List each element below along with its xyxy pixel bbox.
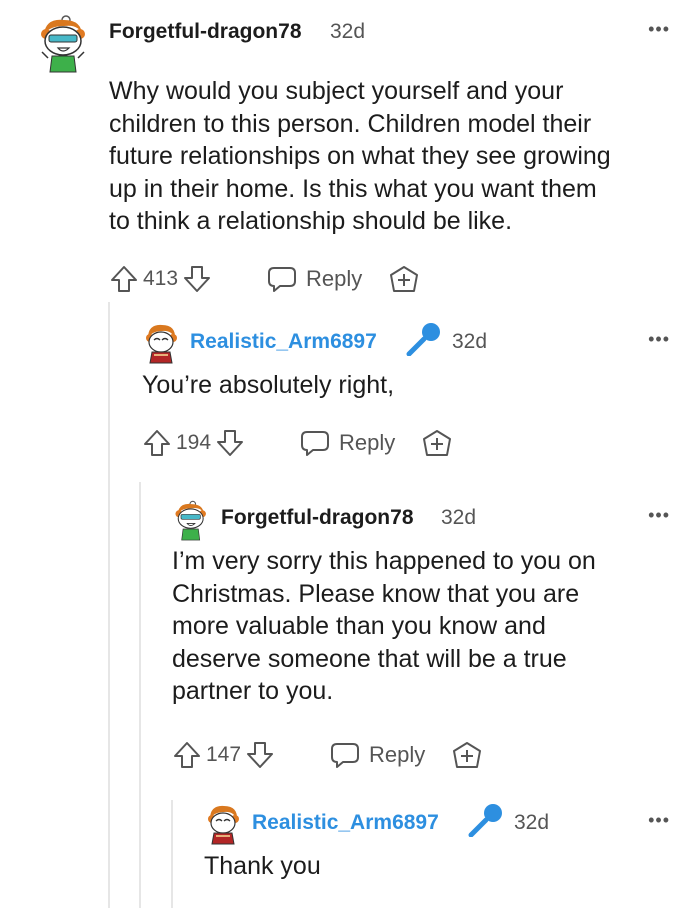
award-plus-icon <box>390 265 418 292</box>
more-dots-icon[interactable]: ••• <box>648 811 670 829</box>
more-dots-icon[interactable]: ••• <box>648 506 670 524</box>
timestamp: 32d <box>441 506 477 529</box>
avatar[interactable] <box>204 803 242 845</box>
realistic-avatar-icon <box>208 805 239 845</box>
comment-body: Why would you subject yourself and your … <box>109 75 700 238</box>
reply-button[interactable]: Reply <box>266 264 362 294</box>
reply-label: Reply <box>369 741 426 767</box>
reply-label: Reply <box>306 265 363 291</box>
comment-line: Christmas. Please know that you are <box>172 579 580 608</box>
upvote-icon[interactable] <box>109 264 139 294</box>
comment-line: Thank you <box>204 852 321 880</box>
comment-header: Realistic_Arm6897 32d ••• <box>142 322 700 364</box>
comment-line: partner to you. <box>172 677 334 705</box>
award-button[interactable] <box>387 264 421 296</box>
comment-line: up in their home. Is this what you want … <box>109 174 597 203</box>
more-dots-icon[interactable]: ••• <box>648 20 670 38</box>
comment-line: future relationships on what they see gr… <box>109 142 611 170</box>
comment-actions: 147 Reply <box>172 740 700 780</box>
comment-header: Forgetful-dragon78 32d ••• <box>172 498 700 541</box>
comment-line: I’m very sorry this happened to you on <box>172 547 596 575</box>
avatar[interactable] <box>142 322 180 364</box>
vote-group: 147 <box>172 740 275 770</box>
avatar[interactable] <box>172 498 208 542</box>
reply-label: Reply <box>339 429 396 455</box>
username[interactable]: Forgetful-dragon78 <box>221 506 414 530</box>
comment-body: I’m very sorry this happened to you on C… <box>172 545 700 708</box>
thread-line-1[interactable] <box>108 302 110 908</box>
vote-count: 413 <box>143 266 179 290</box>
realistic-avatar-icon <box>146 324 177 364</box>
downvote-icon[interactable] <box>215 428 245 458</box>
downvote-icon[interactable] <box>245 740 275 770</box>
microphone-icon <box>406 323 440 356</box>
comment-body: You’re absolutely right, <box>142 369 700 402</box>
thread-line-3[interactable] <box>171 800 173 908</box>
dragon-avatar-icon <box>175 500 206 541</box>
chat-bubble-icon <box>331 742 359 768</box>
upvote-icon[interactable] <box>142 428 172 458</box>
award-plus-icon <box>453 741 481 768</box>
vote-group: 413 <box>109 264 212 294</box>
comment-1: Forgetful-dragon78 32d ••• Why would you… <box>36 12 700 304</box>
timestamp: 32d <box>330 20 366 43</box>
username[interactable]: Realistic_Arm6897 <box>252 811 439 835</box>
timestamp: 32d <box>514 811 550 834</box>
chat-bubble-icon <box>301 430 329 456</box>
comment-header: Realistic_Arm6897 32d ••• <box>204 803 700 845</box>
avatar[interactable] <box>36 12 88 74</box>
comment-2: Realistic_Arm6897 32d ••• You’re absolut… <box>142 322 700 468</box>
comment-header: Forgetful-dragon78 32d ••• <box>36 12 700 73</box>
comment-line: children to this person. Children model … <box>109 109 592 138</box>
award-button[interactable] <box>450 740 484 772</box>
timestamp: 32d <box>452 330 488 353</box>
username[interactable]: Realistic_Arm6897 <box>190 330 377 354</box>
reply-button[interactable]: Reply <box>299 428 395 458</box>
downvote-icon[interactable] <box>182 264 212 294</box>
more-dots-icon[interactable]: ••• <box>648 330 670 348</box>
comment-line: more valuable than you know and <box>172 612 546 640</box>
comment-body: Thank you <box>204 850 700 883</box>
username[interactable]: Forgetful-dragon78 <box>109 20 302 44</box>
comment-line: to think a relationship should be like. <box>109 207 513 235</box>
vote-count: 147 <box>206 742 242 766</box>
comment-actions: 413 Reply <box>109 264 700 304</box>
comment-line: You’re absolutely right, <box>142 371 395 399</box>
vote-count: 194 <box>176 430 212 454</box>
comment-line: Why would you subject yourself and your <box>109 77 564 105</box>
award-button[interactable] <box>420 428 454 460</box>
comment-line: deserve someone that will be a true <box>172 644 567 673</box>
vote-group: 194 <box>142 428 245 458</box>
reply-button[interactable]: Reply <box>329 740 425 770</box>
microphone-icon <box>468 804 502 837</box>
award-plus-icon <box>423 429 451 456</box>
chat-bubble-icon <box>268 266 296 292</box>
comment-actions: 194 Reply <box>142 428 700 468</box>
comment-3: Forgetful-dragon78 32d ••• I’m very sorr… <box>172 498 700 780</box>
comment-4: Realistic_Arm6897 32d ••• Thank you <box>204 803 700 883</box>
upvote-icon[interactable] <box>172 740 202 770</box>
dragon-avatar-icon <box>41 15 85 73</box>
thread-line-2[interactable] <box>139 482 141 908</box>
